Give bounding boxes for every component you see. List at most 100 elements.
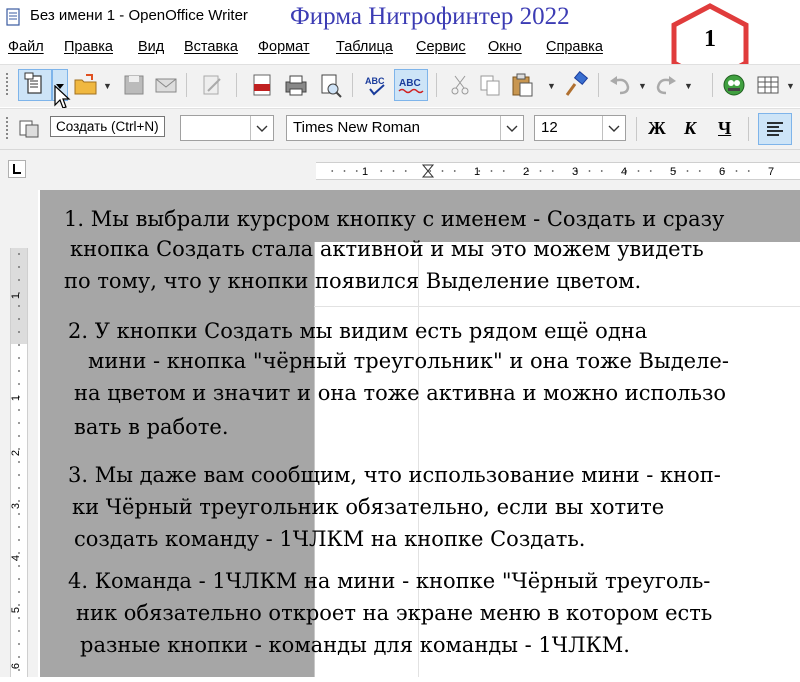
- ruler-dot: [18, 370, 20, 372]
- toolbar-separator: [352, 73, 353, 97]
- ruler-dot: [18, 630, 20, 632]
- ruler-dot: [429, 170, 432, 172]
- cut-icon[interactable]: [446, 71, 474, 99]
- chevron-down-icon[interactable]: [602, 116, 625, 140]
- menu-help[interactable]: Справка: [546, 39, 603, 55]
- ruler-dot: [18, 526, 20, 528]
- ruler-dot: [649, 170, 652, 172]
- open-icon[interactable]: [72, 71, 100, 99]
- navigator-icon[interactable]: [720, 71, 748, 99]
- doc-line: 4. Команда - 1ЧЛКМ на мини - кнопке "Чёр…: [68, 569, 711, 593]
- ruler-number: 1: [11, 395, 22, 401]
- undo-dropdown-icon[interactable]: ▼: [638, 81, 647, 91]
- align-left-icon: [767, 122, 783, 136]
- table-dropdown-icon[interactable]: ▼: [786, 81, 795, 91]
- vertical-ruler[interactable]: 1 1 2 3 4 5 6: [10, 248, 28, 677]
- ruler-dot: [637, 170, 640, 172]
- font-name-combo[interactable]: Times New Roman: [286, 115, 524, 141]
- font-name-value: Times New Roman: [293, 119, 420, 136]
- underline-button[interactable]: Ч: [718, 118, 731, 139]
- overlay-caption: Фирма Нитрофинтер 2022: [290, 3, 570, 30]
- undo-icon[interactable]: [606, 71, 634, 99]
- chevron-down-icon[interactable]: [250, 116, 273, 140]
- toolbar-grip[interactable]: [6, 117, 8, 141]
- horizontal-ruler[interactable]: 1 1 2 3 4 5 6 7: [316, 162, 800, 180]
- pdf-icon[interactable]: [248, 71, 276, 99]
- toolbar-separator: [636, 117, 637, 141]
- ruler-dot: [18, 279, 20, 281]
- preview-icon[interactable]: [316, 71, 344, 99]
- ruler-dot: [18, 461, 20, 463]
- ruler-dot: [380, 170, 383, 172]
- tab-stop-button[interactable]: [8, 160, 26, 178]
- menu-insert[interactable]: Вставка: [184, 39, 238, 55]
- doc-line: 1. Мы выбрали курсром кнопку с именем - …: [64, 207, 725, 231]
- ruler-dot: [18, 591, 20, 593]
- ruler-number: 7: [768, 166, 774, 178]
- redo-dropdown-icon[interactable]: ▼: [684, 81, 693, 91]
- ruler-number: 4: [11, 555, 22, 561]
- menu-view[interactable]: Вид: [138, 39, 164, 55]
- menu-edit[interactable]: Правка: [64, 39, 113, 55]
- indent-marker-icon[interactable]: [421, 164, 435, 178]
- ruler-dot: [392, 170, 395, 172]
- ruler-dot: [18, 253, 20, 255]
- copy-icon[interactable]: [476, 71, 504, 99]
- edit-doc-icon[interactable]: [198, 71, 226, 99]
- clone-format-icon[interactable]: [562, 71, 590, 99]
- ruler-dot: [686, 170, 689, 172]
- doc-line: разные кнопки - команды для команды - 1Ч…: [80, 633, 630, 657]
- ruler-dot: [600, 170, 603, 172]
- ruler-dot: [18, 656, 20, 658]
- ruler-number: 3: [572, 166, 578, 178]
- align-left-button[interactable]: [758, 113, 792, 145]
- ruler-dot: [18, 409, 20, 411]
- ruler-ticks: 1 1 2 3 4 5 6 7: [331, 164, 774, 178]
- ruler-dot: [18, 318, 20, 320]
- ruler-dot: [18, 487, 20, 489]
- menu-file[interactable]: Файл: [8, 39, 44, 55]
- italic-button[interactable]: К: [684, 118, 696, 139]
- email-icon[interactable]: [152, 71, 180, 99]
- print-icon[interactable]: [282, 71, 310, 99]
- ruler-dot: [18, 305, 20, 307]
- spellcheck-icon[interactable]: ABC: [362, 71, 390, 99]
- open-dropdown-icon[interactable]: ▼: [103, 81, 112, 91]
- ruler-dot: [18, 552, 20, 554]
- ruler-dot: [490, 170, 493, 172]
- ruler-dot: [18, 344, 20, 346]
- save-icon[interactable]: [120, 71, 148, 99]
- doc-line: вать в работе.: [74, 415, 229, 439]
- table-icon[interactable]: [754, 71, 782, 99]
- new-button[interactable]: [18, 69, 52, 101]
- autospellcheck-button[interactable]: ABC: [394, 69, 428, 101]
- redo-icon[interactable]: [652, 71, 680, 99]
- ruler-dot: [539, 170, 542, 172]
- toolbar-separator: [436, 73, 437, 97]
- paste-dropdown-icon[interactable]: ▼: [547, 81, 556, 91]
- menu-format[interactable]: Формат: [258, 39, 310, 55]
- toolbar-grip[interactable]: [6, 73, 8, 97]
- ruler-dot: [18, 266, 20, 268]
- font-size-combo[interactable]: 12: [534, 115, 626, 141]
- menu-table[interactable]: Таблица: [336, 39, 393, 55]
- bold-button[interactable]: Ж: [648, 118, 666, 139]
- ruler-number: 2: [523, 166, 529, 178]
- chevron-down-icon[interactable]: [500, 116, 523, 140]
- paragraph-style-combo[interactable]: [180, 115, 274, 141]
- paste-icon[interactable]: [508, 71, 536, 99]
- new-icon: [24, 72, 42, 94]
- ruler-number: 3: [11, 503, 22, 509]
- menu-window[interactable]: Окно: [488, 39, 522, 55]
- toolbar-separator: [712, 73, 713, 97]
- styles-icon[interactable]: [16, 115, 44, 143]
- ruler-dot: [698, 170, 701, 172]
- ruler-dot: [588, 170, 591, 172]
- menu-tools[interactable]: Сервис: [416, 39, 466, 55]
- doc-line: кнопка Создать стала активной и мы это м…: [70, 237, 704, 261]
- writer-app-icon: [6, 8, 20, 26]
- ruler-dot: [18, 578, 20, 580]
- ruler-dot: [18, 643, 20, 645]
- ruler-number: 6: [719, 166, 725, 178]
- vruler-ticks: 1 1 2 3 4 5 6: [10, 248, 27, 671]
